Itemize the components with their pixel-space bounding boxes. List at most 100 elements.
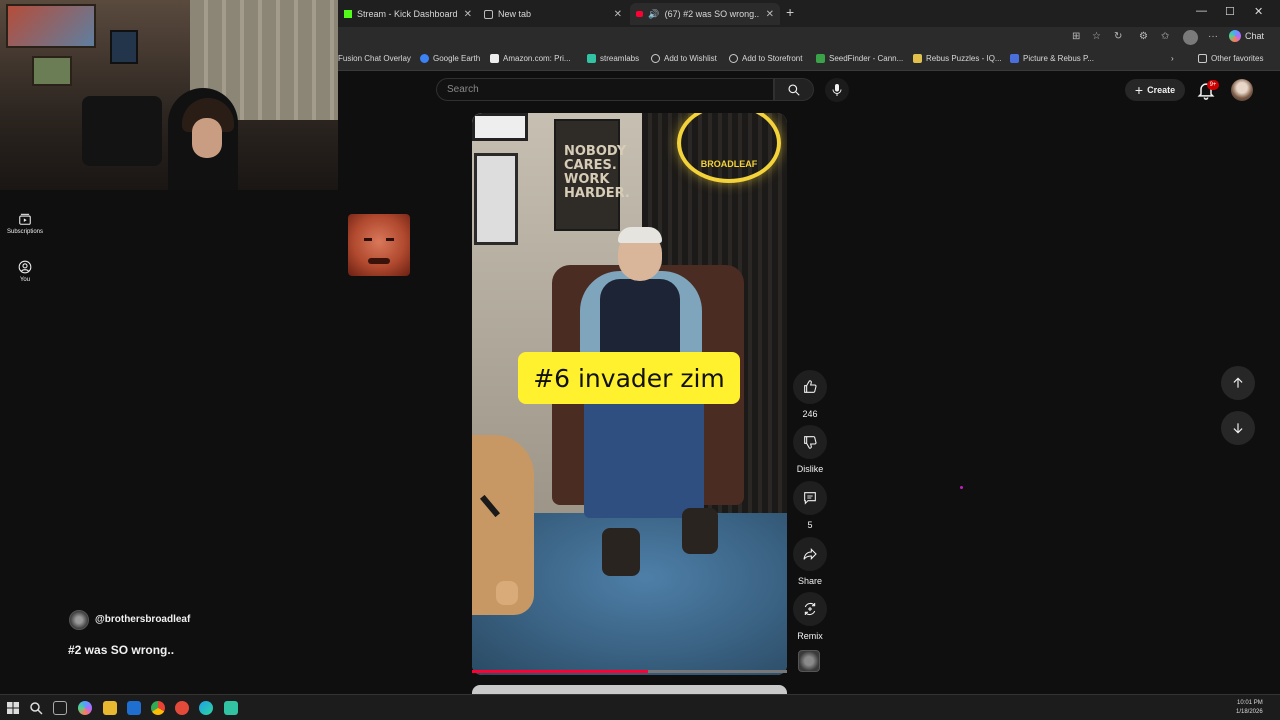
- windows-start-icon[interactable]: [6, 701, 20, 715]
- copilot-taskbar-icon[interactable]: [78, 701, 92, 715]
- comments-button[interactable]: 5: [791, 481, 829, 530]
- account-avatar[interactable]: [1231, 79, 1253, 101]
- streamlabs-taskbar-icon[interactable]: [224, 701, 238, 715]
- you-icon: [18, 260, 32, 274]
- copilot-label: Chat: [1245, 31, 1265, 41]
- sidebar-item-subscriptions[interactable]: Subscriptions: [0, 212, 50, 235]
- profile-avatar[interactable]: [1183, 30, 1198, 45]
- video-person-shoe: [602, 528, 640, 576]
- streamer-webcam-overlay: [0, 0, 338, 190]
- kick-icon: [344, 10, 352, 18]
- mic-icon: [832, 84, 842, 96]
- bookmarks-overflow-chevron-icon[interactable]: ›: [1171, 54, 1174, 63]
- favorites-icon[interactable]: ✩: [1161, 31, 1169, 42]
- bookmark-rebus-puzzles[interactable]: Rebus Puzzles - IQ...: [913, 54, 1002, 63]
- new-tab-button[interactable]: +: [786, 4, 794, 20]
- create-label: Create: [1147, 85, 1176, 95]
- dislike-button[interactable]: Dislike: [791, 425, 829, 474]
- globe-icon: [729, 54, 738, 63]
- maximize-icon[interactable]: ☐: [1225, 5, 1235, 18]
- video-wall-sign: NOBODY CARES. WORK HARDER.: [554, 119, 630, 231]
- tab-new-tab[interactable]: New tab ✕: [478, 3, 628, 25]
- plus-icon: +: [1134, 82, 1144, 98]
- bookmark-google-earth[interactable]: Google Earth: [420, 54, 480, 63]
- search-button[interactable]: [774, 78, 814, 101]
- dislike-label: Dislike: [796, 464, 824, 474]
- tab-title: New tab: [498, 9, 532, 19]
- taskbar-clock[interactable]: 10:01 PM 1/18/2026: [1236, 699, 1263, 717]
- bookmark-streamlabs[interactable]: streamlabs: [587, 54, 639, 63]
- bookmark-fusion-chat[interactable]: Fusion Chat Overlay: [338, 54, 411, 63]
- sticker-eye: [364, 238, 372, 241]
- next-short-button[interactable]: [1221, 411, 1255, 445]
- close-tab-icon[interactable]: ✕: [614, 9, 622, 20]
- more-menu-icon[interactable]: ···: [1208, 31, 1218, 42]
- like-button[interactable]: 246: [791, 370, 829, 419]
- favorite-star-icon[interactable]: ☆: [1092, 31, 1101, 42]
- sticker-mouth: [368, 258, 390, 264]
- thumbs-down-icon: [804, 436, 817, 449]
- bookmark-amazon[interactable]: Amazon.com: Pri...: [490, 54, 571, 63]
- webcam-chair: [82, 96, 162, 166]
- bookmark-other-favorites[interactable]: Other favorites: [1198, 54, 1263, 63]
- firefox-icon[interactable]: [175, 701, 189, 715]
- search-input[interactable]: Search: [436, 78, 774, 101]
- video-progress-fill: [472, 670, 649, 673]
- video-progress-bar[interactable]: [472, 670, 787, 673]
- short-title: #2 was SO wrong..: [68, 643, 175, 657]
- tab-title: Stream - Kick Dashboard: [357, 9, 458, 19]
- sticker-eye: [386, 238, 394, 241]
- tab-youtube[interactable]: 🔊 (67) #2 was SO wrong.. - YouTube ✕: [630, 3, 780, 25]
- voice-search-button[interactable]: [825, 78, 849, 102]
- subscriptions-icon: [19, 213, 31, 225]
- create-button[interactable]: + Create: [1125, 79, 1185, 101]
- video-caption: #6 invader zim: [518, 352, 740, 404]
- speaker-icon[interactable]: 🔊: [648, 9, 659, 20]
- extensions-icon[interactable]: ⚙: [1139, 31, 1148, 42]
- outlook-icon[interactable]: [127, 701, 141, 715]
- streamlabs-icon: [587, 54, 596, 63]
- tab-kick-dashboard[interactable]: Stream - Kick Dashboard ✕: [338, 3, 478, 25]
- sidebar-item-label: Subscriptions: [6, 229, 44, 235]
- channel-avatar[interactable]: [69, 610, 89, 630]
- channel-name[interactable]: @brothersbroadleaf: [95, 614, 190, 625]
- share-button[interactable]: Share: [791, 537, 829, 586]
- video-person-shoe: [682, 508, 718, 554]
- streamer-face: [192, 118, 222, 158]
- chrome-icon[interactable]: [151, 701, 165, 715]
- sidebar-item-you[interactable]: You: [0, 260, 50, 283]
- close-tab-icon[interactable]: ✕: [464, 9, 472, 20]
- copilot-chat-button[interactable]: Chat: [1229, 30, 1264, 42]
- edge-icon[interactable]: [199, 701, 213, 715]
- search-icon: [788, 83, 800, 96]
- close-tab-icon[interactable]: ✕: [766, 9, 774, 20]
- refresh-icon[interactable]: ↻: [1114, 31, 1122, 42]
- channel-thumbnail[interactable]: [798, 650, 820, 672]
- minimize-icon[interactable]: —: [1196, 5, 1207, 17]
- webcam-frame: [110, 30, 138, 64]
- tab-title: (67) #2 was SO wrong.. - YouTube: [664, 9, 761, 19]
- remix-icon: [804, 602, 816, 616]
- bd-icon: [1010, 54, 1019, 63]
- bookmark-seedfinder[interactable]: SeedFinder - Cann...: [816, 54, 903, 63]
- bookmark-picture-rebus[interactable]: Picture & Rebus P...: [1010, 54, 1094, 63]
- folder-icon: [1198, 54, 1207, 63]
- video-picture-frame: [472, 113, 528, 141]
- previous-short-button[interactable]: [1221, 366, 1255, 400]
- search-icon[interactable]: [29, 701, 43, 715]
- globe-icon: [420, 54, 429, 63]
- webcam-poster: [6, 4, 96, 48]
- file-explorer-icon[interactable]: [103, 701, 117, 715]
- bookmark-add-to-storefront[interactable]: Add to Storefront: [729, 54, 802, 63]
- bookmark-add-to-wishlist[interactable]: Add to Wishlist: [651, 54, 717, 63]
- app-icon[interactable]: ⊞: [1072, 31, 1080, 42]
- remix-button[interactable]: Remix: [791, 592, 829, 641]
- short-video-player[interactable]: NOBODY CARES. WORK HARDER. BROADLEAF #6 …: [472, 113, 787, 675]
- share-label: Share: [797, 576, 823, 586]
- close-window-icon[interactable]: ✕: [1254, 5, 1263, 18]
- video-person-hair: [618, 227, 662, 243]
- comment-count: 5: [807, 520, 813, 530]
- task-view-icon[interactable]: [53, 701, 67, 715]
- arrow-down-icon: [1233, 423, 1243, 434]
- globe-icon: [651, 54, 660, 63]
